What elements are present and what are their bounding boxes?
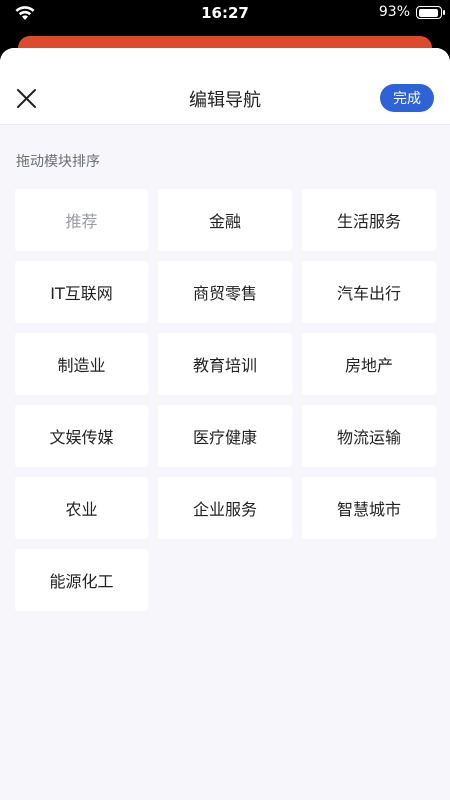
module-tile[interactable]: 房地产 [302,333,436,395]
drag-sort-label: 拖动模块排序 [16,154,100,170]
module-tile[interactable]: 智慧城市 [302,477,436,539]
module-tile[interactable]: 企业服务 [158,477,292,539]
module-tile[interactable]: 文娱传媒 [15,405,148,467]
module-tile[interactable]: 生活服务 [302,189,436,251]
status-bar: 16:27 93% [0,0,450,26]
module-tile: 推荐 [15,189,148,251]
module-grid: 推荐 金融 生活服务 IT互联网 商贸零售 汽车出行制造业 教育培训 房地产文娱传媒 医疗健康物… [15,189,437,611]
module-tile[interactable]: 物流运输 [302,405,436,467]
battery-fill [418,8,438,17]
module-tile[interactable]: 农业 [15,477,148,539]
module-tile[interactable]: 汽车出行 [302,261,436,323]
edit-navigation-sheet: 编辑导航 完成 拖动模块排序 推荐 金融 生活服务 IT互联网 商贸零售 汽车出行制造业教… [0,48,450,800]
battery-icon [416,6,445,19]
module-tile[interactable]: 金融 [158,189,292,251]
module-tile[interactable]: 制造业 [15,333,148,395]
done-button[interactable]: 完成 [380,84,434,112]
sheet-header: 编辑导航 完成 [0,48,450,125]
module-tile[interactable]: 医疗健康 [158,405,292,467]
module-tile[interactable]: 商贸零售 [158,261,292,323]
module-tile[interactable]: IT互联网 [15,261,148,323]
module-tile[interactable]: 能源化工 [15,549,148,611]
module-tile[interactable]: 教育培训 [158,333,292,395]
battery-percent: 93% [378,4,410,20]
